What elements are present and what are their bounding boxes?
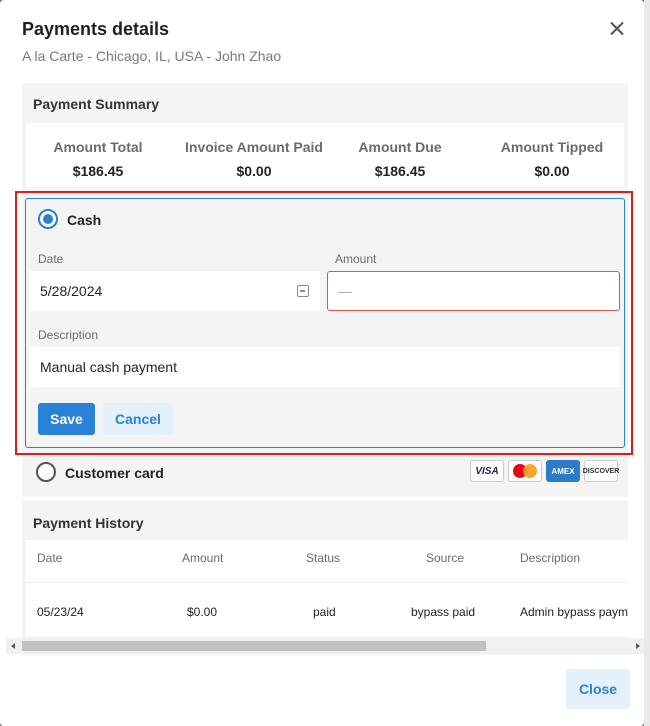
date-label: Date [38, 252, 64, 266]
mastercard-icon [508, 460, 542, 482]
column-header: Status [306, 551, 341, 565]
scroll-left-icon[interactable] [11, 643, 15, 649]
cancel-button[interactable]: Cancel [103, 403, 173, 435]
close-button[interactable]: Close [566, 669, 630, 709]
modal-subtitle: A la Carte - Chicago, IL, USA - John Zha… [22, 48, 282, 64]
stat-amount-total: Amount Total $186.45 [28, 139, 168, 179]
stat-amount-tipped: Amount Tipped $0.00 [482, 139, 622, 179]
page-edge [644, 0, 650, 726]
horizontal-scrollbar[interactable] [6, 638, 644, 654]
date-value: 5/28/2024 [40, 283, 103, 299]
stat-value: $0.00 [236, 163, 272, 179]
column-header: Amount [182, 551, 224, 565]
discover-icon: DISCOVER [583, 460, 619, 482]
payment-history-card: Payment History Date Amount Status Sourc… [22, 500, 628, 655]
customer-card-label: Customer card [65, 465, 164, 481]
stat-invoice-amount-paid: Invoice Amount Paid $0.00 [177, 139, 331, 179]
stat-value: $186.45 [374, 163, 426, 179]
stat-label: Invoice Amount Paid [185, 139, 323, 155]
customer-card-option: Customer card VISA AMEX DISCOVER [22, 455, 628, 497]
cell-date: 05/23/24 [37, 605, 84, 619]
card-brand-icons: VISA AMEX DISCOVER [470, 460, 619, 482]
cash-radio[interactable] [38, 209, 58, 229]
stat-value: $186.45 [72, 163, 124, 179]
row-divider [26, 582, 628, 583]
description-value: Manual cash payment [40, 359, 177, 375]
column-header: Source [426, 551, 465, 565]
cell-amount: $0.00 [187, 605, 218, 619]
modal-title: Payments details [22, 19, 170, 39]
date-input[interactable]: 5/28/2024 [30, 271, 320, 311]
payment-summary-title: Payment Summary [33, 96, 160, 112]
stat-label: Amount Total [53, 139, 143, 155]
cash-radio-label: Cash [67, 212, 102, 228]
cash-payment-form: Cash Date 5/28/2024 Amount — Description… [25, 198, 625, 448]
payment-history-title: Payment History [33, 515, 144, 531]
amount-placeholder: — [338, 283, 352, 299]
stat-label: Amount Tipped [500, 139, 604, 155]
stat-amount-due: Amount Due $186.45 [330, 139, 470, 179]
description-label: Description [38, 328, 99, 342]
scrollbar-thumb[interactable] [22, 641, 486, 651]
description-input[interactable]: Manual cash payment [30, 347, 620, 387]
payment-summary-stats: Amount Total $186.45 Invoice Amount Paid… [26, 123, 624, 187]
amount-label: Amount [335, 252, 377, 266]
stat-value: $0.00 [534, 163, 570, 179]
customer-card-radio[interactable] [36, 462, 56, 482]
modal-body: Payment Summary Amount Total $186.45 Inv… [6, 80, 638, 655]
visa-icon: VISA [470, 460, 504, 482]
scroll-right-icon[interactable] [636, 643, 640, 649]
payment-history-table: Date Amount Status Source Description 05… [26, 540, 628, 636]
cell-status: paid [313, 605, 336, 619]
cell-source: bypass paid [411, 605, 476, 619]
amex-icon: AMEX [546, 460, 580, 482]
stat-label: Amount Due [358, 139, 442, 155]
column-header: Date [37, 551, 63, 565]
payments-details-modal: Payments details A la Carte - Chicago, I… [0, 0, 644, 726]
amount-input[interactable]: — [327, 271, 620, 311]
save-button[interactable]: Save [38, 403, 95, 435]
cell-description: Admin bypass payment [520, 605, 628, 619]
close-icon[interactable] [606, 18, 628, 40]
calendar-icon[interactable] [297, 285, 309, 297]
column-header: Description [520, 551, 581, 565]
